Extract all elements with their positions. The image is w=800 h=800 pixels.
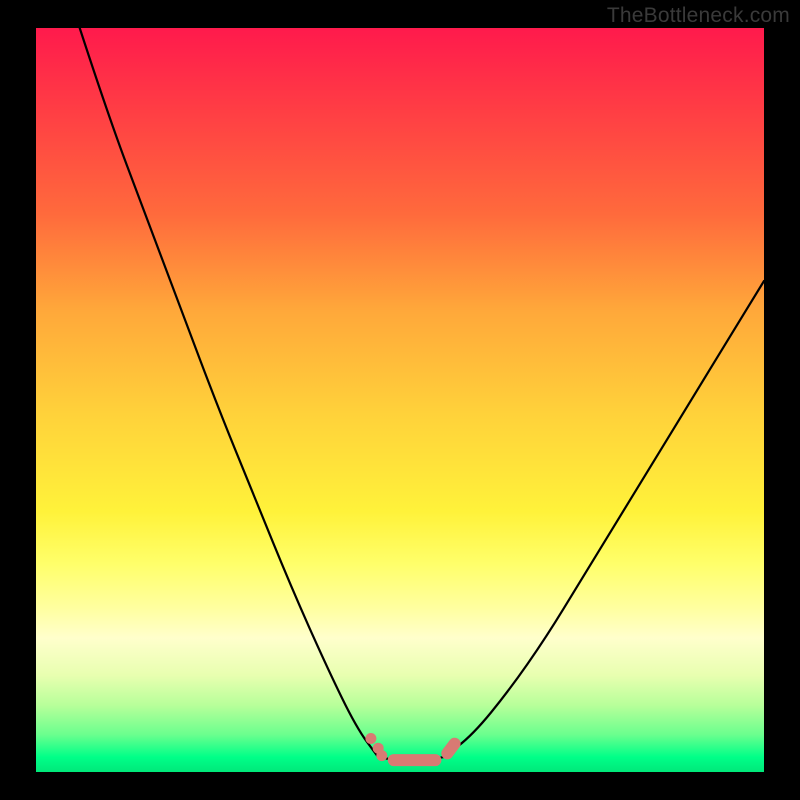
marker-dot: [365, 733, 376, 744]
plot-area: [36, 28, 764, 772]
chart-frame: TheBottleneck.com: [0, 0, 800, 800]
curve-path: [80, 28, 764, 761]
markers-group: [365, 733, 454, 766]
bottleneck-curve: [36, 28, 764, 772]
watermark-text: TheBottleneck.com: [607, 4, 790, 28]
marker-dot: [376, 750, 387, 761]
marker-pill-right: [447, 744, 454, 754]
marker-pill-bottom: [388, 754, 442, 766]
